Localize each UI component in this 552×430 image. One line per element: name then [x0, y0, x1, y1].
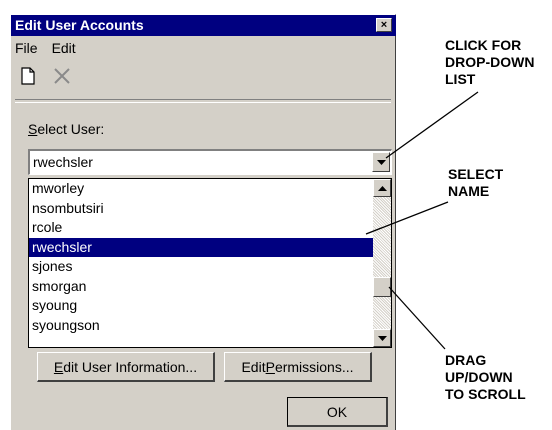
- annotation-drag: DRAG UP/DOWN TO SCROLL: [445, 352, 526, 402]
- annotation-select: SELECT NAME: [448, 166, 504, 199]
- dropdown-pointer-line: [385, 91, 479, 159]
- annotation-dropdown: CLICK FOR DROP-DOWN LIST: [445, 37, 535, 87]
- select-pointer-line: [365, 201, 449, 235]
- drag-pointer-line: [388, 286, 446, 350]
